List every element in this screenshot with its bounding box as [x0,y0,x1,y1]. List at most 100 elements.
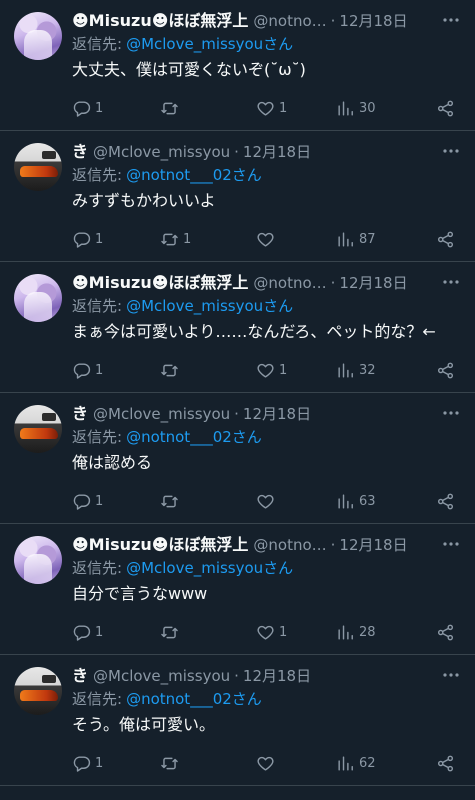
like-button[interactable]: 1 [256,99,336,118]
views-chart-icon [338,493,353,509]
share-button[interactable] [436,492,455,511]
more-options-icon[interactable] [441,10,461,30]
views-button[interactable]: 32 [336,361,428,380]
view-count: 62 [359,755,376,771]
tweet-header: き @Mclove_missyou · 12月18日 [72,665,461,687]
avatar[interactable] [14,274,62,322]
more-options-icon[interactable] [441,534,461,554]
tweet-date[interactable]: 12月18日 [339,10,407,32]
views-button[interactable]: 62 [336,754,428,773]
share-button[interactable] [436,99,455,118]
tweet[interactable]: き @Mclove_missyou · 12月18日 返信先: @notnot__… [0,655,475,786]
more-options-icon[interactable] [441,403,461,423]
tweet-date[interactable]: 12月18日 [339,534,407,556]
retweet-button[interactable]: 1 [160,230,256,249]
retweet-button[interactable] [160,492,256,511]
views-button[interactable]: 30 [336,99,428,118]
tweet-date[interactable]: 12月18日 [243,141,311,163]
reply-icon [73,624,91,641]
views-button[interactable]: 87 [336,230,428,249]
reply-count: 1 [95,100,104,116]
user-handle[interactable]: @notno… [253,534,326,556]
heart-icon [257,625,274,640]
display-name[interactable]: き [72,403,88,425]
avatar[interactable] [14,12,62,60]
conversation-timeline: ☻Misuzu☻ほぼ無浮上 @notno… · 12月18日 返信先: @Mclo… [0,0,475,800]
retweet-button[interactable] [160,754,256,773]
like-button[interactable]: 1 [256,623,336,642]
share-button[interactable] [436,623,455,642]
reply-prefix: 返信先: [72,428,123,446]
tweet[interactable]: き @Mclove_missyou · 12月18日 返信先: @notnot__… [0,393,475,524]
tweet[interactable]: ☻Misuzu☻ほぼ無浮上 @notno… · 12月18日 返信先: @Mclo… [0,0,475,131]
reply-button[interactable]: 1 [72,623,160,642]
display-name[interactable]: ☻Misuzu☻ほぼ無浮上 [72,272,248,294]
tweet-date[interactable]: 12月18日 [243,665,311,687]
user-handle[interactable]: @notno… [253,272,326,294]
tweet-text: 俺は認める [72,453,153,472]
reply-button[interactable]: 1 [72,230,160,249]
separator-dot: · [234,405,239,423]
share-button[interactable] [436,230,455,249]
reply-button[interactable]: 1 [72,754,160,773]
views-button[interactable]: 63 [336,492,428,511]
display-name[interactable]: き [72,141,88,163]
reply-icon [73,100,91,117]
share-button[interactable] [436,754,455,773]
reply-context: 返信先: @Mclove_missyouさん [72,295,461,317]
separator-dot: · [234,667,239,685]
retweet-button[interactable] [160,99,256,118]
avatar[interactable] [14,143,62,191]
reply-button[interactable]: 1 [72,361,160,380]
avatar[interactable] [14,536,62,584]
user-handle[interactable]: @notno… [253,10,326,32]
share-button[interactable] [436,361,455,380]
reply-target-link[interactable]: @notnot___02さん [126,690,262,708]
tweet[interactable]: ☻Misuzu☻ほぼ無浮上 @notno… · 12月18日 返信先: @Mclo… [0,524,475,655]
reply-count: 1 [95,493,104,509]
share-icon [437,362,454,378]
user-handle[interactable]: @Mclove_missyou [93,665,230,687]
heart-icon [257,101,274,116]
tweet-actions: 1 1 28 [72,610,455,654]
tweet-header: き @Mclove_missyou · 12月18日 [72,403,461,425]
more-options-icon[interactable] [441,272,461,292]
views-button[interactable]: 28 [336,623,428,642]
reply-button[interactable]: 1 [72,492,160,511]
tweet-date[interactable]: 12月18日 [339,272,407,294]
like-button[interactable] [256,492,336,511]
avatar[interactable] [14,667,62,715]
tweet-date[interactable]: 12月18日 [243,403,311,425]
reply-target-link[interactable]: @notnot___02さん [126,428,262,446]
like-button[interactable] [256,754,336,773]
tweet-actions: 1 62 [72,741,455,785]
display-name[interactable]: ☻Misuzu☻ほぼ無浮上 [72,534,248,556]
retweet-button[interactable] [160,623,256,642]
like-button[interactable] [256,230,336,249]
reply-target-link[interactable]: @Mclove_missyouさん [126,559,293,577]
user-handle[interactable]: @Mclove_missyou [93,403,230,425]
like-button[interactable]: 1 [256,361,336,380]
more-options-icon[interactable] [441,665,461,685]
display-name[interactable]: き [72,665,88,687]
tweet[interactable]: き @Mclove_missyou · 12月18日 返信先: @notnot__… [0,131,475,262]
display-name[interactable]: ☻Misuzu☻ほぼ無浮上 [72,10,248,32]
tweet-header: き @Mclove_missyou · 12月18日 [72,141,461,163]
reply-count: 1 [95,755,104,771]
reply-button[interactable]: 1 [72,99,160,118]
heart-icon [257,232,274,247]
reply-target-link[interactable]: @Mclove_missyouさん [126,35,293,53]
tweet-actions: 1 63 [72,479,455,523]
tweet-actions: 1 1 87 [72,217,455,261]
reply-icon [73,362,91,379]
reply-target-link[interactable]: @Mclove_missyouさん [126,297,293,315]
tweet-text: みすずもかわいいよ [72,191,216,210]
retweet-button[interactable] [160,361,256,380]
reply-context: 返信先: @notnot___02さん [72,164,461,186]
reply-prefix: 返信先: [72,559,123,577]
avatar[interactable] [14,405,62,453]
more-options-icon[interactable] [441,141,461,161]
tweet[interactable]: ☻Misuzu☻ほぼ無浮上 @notno… · 12月18日 返信先: @Mclo… [0,262,475,393]
user-handle[interactable]: @Mclove_missyou [93,141,230,163]
reply-target-link[interactable]: @notnot___02さん [126,166,262,184]
